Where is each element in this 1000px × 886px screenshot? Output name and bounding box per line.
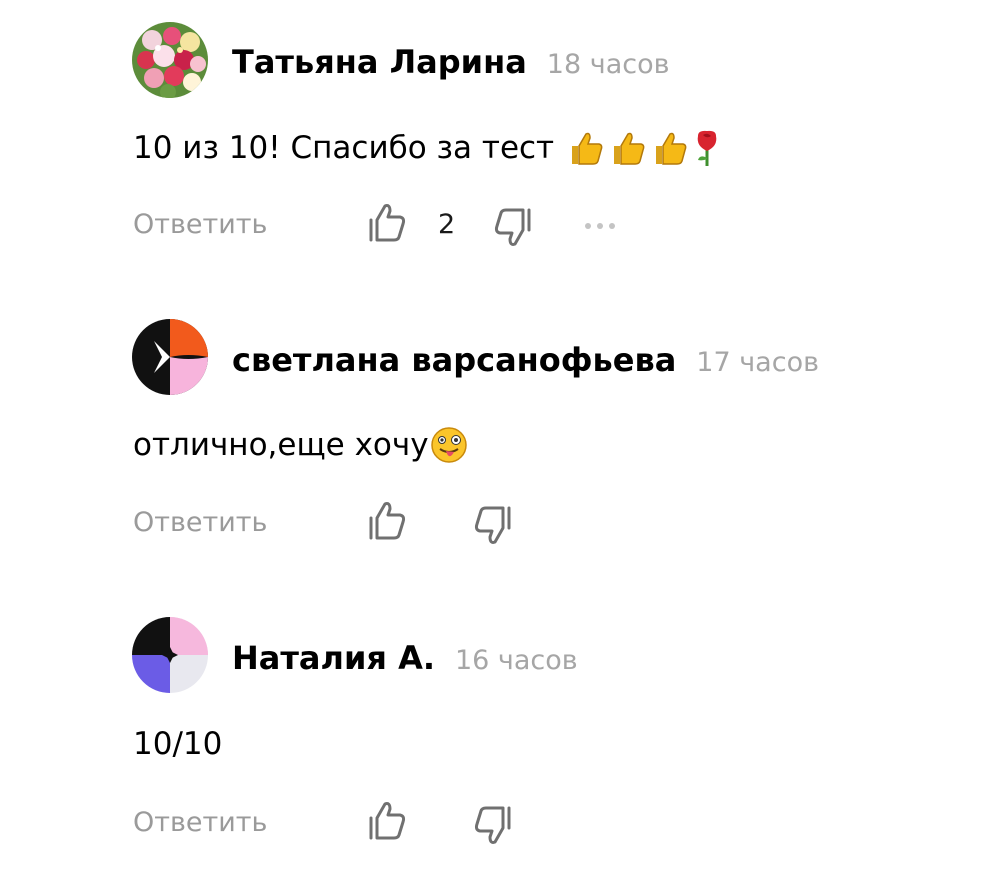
- author-name[interactable]: Наталия А.: [232, 639, 435, 677]
- dislike-button[interactable]: [490, 204, 536, 250]
- avatar[interactable]: [132, 319, 208, 395]
- like-button[interactable]: [364, 798, 410, 844]
- comment-text: 10 из 10! Спасибо за тест: [133, 128, 722, 168]
- comment-item: светлана варсанофьева 17 часов отлично,ещ…: [0, 297, 1000, 587]
- generated-avatar-image: [132, 319, 208, 395]
- flower-bouquet-image: [132, 22, 208, 98]
- thumbs-up-emoji-icon: [656, 132, 687, 165]
- comment-author[interactable]: Наталия А. 16 часов: [232, 638, 578, 681]
- author-name[interactable]: светлана варсанофьева: [232, 341, 676, 379]
- like-button[interactable]: [364, 498, 410, 544]
- comment-text-content: 10 из 10! Спасибо за тест: [133, 130, 555, 166]
- comment-item: Наталия А. 16 часов 10/10 Ответить: [0, 596, 1000, 886]
- emoji-group: [566, 128, 722, 168]
- thumbs-down-icon: [474, 806, 511, 844]
- emoji-group: [429, 425, 469, 465]
- reply-button[interactable]: Ответить: [133, 208, 267, 242]
- dislike-button[interactable]: [470, 802, 516, 848]
- comment-text-content: отлично,еще хочу: [133, 427, 429, 463]
- more-dots-icon: [585, 223, 615, 229]
- comment-text-content: 10/10: [133, 726, 223, 762]
- comment-time: 17 часов: [696, 347, 819, 378]
- thumbs-up-icon: [369, 802, 406, 840]
- thumbs-down-icon: [494, 208, 531, 246]
- avatar[interactable]: [132, 617, 208, 693]
- avatar[interactable]: [132, 22, 208, 98]
- thumbs-down-icon: [474, 506, 511, 544]
- thumbs-up-emoji-icon: [572, 132, 603, 165]
- thumbs-up-icon: [369, 204, 406, 242]
- author-name[interactable]: Татьяна Ларина: [232, 43, 527, 81]
- generated-avatar-image: [132, 617, 208, 693]
- comment-author[interactable]: Татьяна Ларина 18 часов: [232, 42, 670, 85]
- thumbs-up-emoji-icon: [614, 132, 645, 165]
- comment-item: Татьяна Ларина 18 часов 10 из 10! Спасибо…: [0, 0, 1000, 290]
- like-count: 2: [438, 209, 456, 240]
- rose-emoji-icon: [697, 130, 717, 166]
- like-button[interactable]: [364, 200, 410, 246]
- reply-button[interactable]: Ответить: [133, 806, 267, 840]
- more-options-button[interactable]: [580, 216, 624, 236]
- thumbs-up-icon: [369, 502, 406, 540]
- dislike-button[interactable]: [470, 502, 516, 548]
- comment-text: отлично,еще хочу: [133, 425, 469, 465]
- comment-text: 10/10: [133, 724, 222, 764]
- comment-time: 18 часов: [546, 49, 670, 80]
- winking-face-with-tongue-emoji-icon: [430, 427, 467, 463]
- comment-author[interactable]: светлана варсанофьева 17 часов: [232, 340, 819, 383]
- comment-time: 16 часов: [454, 645, 578, 676]
- reply-button[interactable]: Ответить: [133, 506, 267, 540]
